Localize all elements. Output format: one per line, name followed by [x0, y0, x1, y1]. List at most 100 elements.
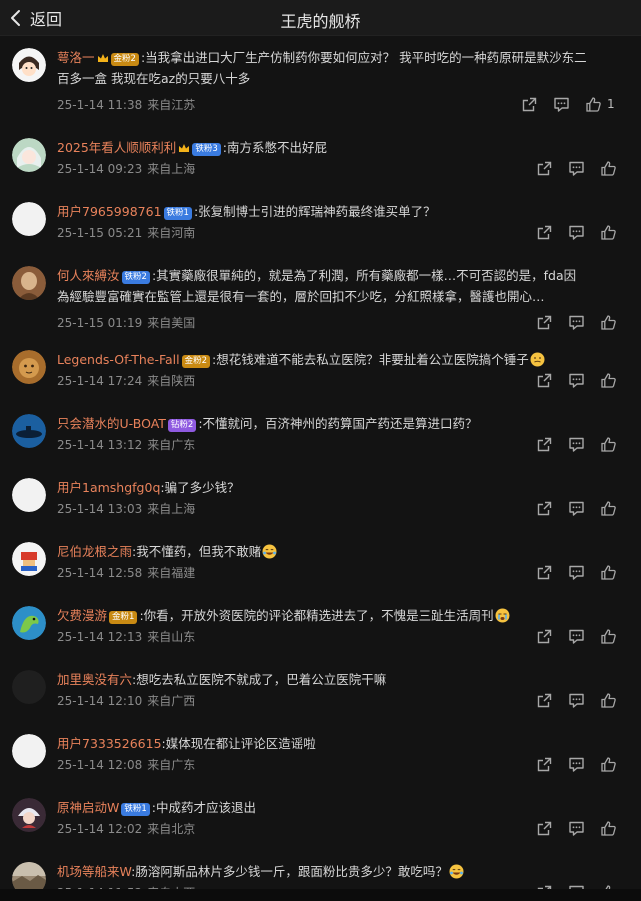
share-icon[interactable] — [536, 692, 556, 712]
share-icon[interactable] — [536, 500, 556, 520]
laugh-emoji-icon — [448, 864, 464, 879]
username-link[interactable]: 欠费漫游 — [57, 608, 107, 623]
fan-badge[interactable]: 钻粉2 — [167, 419, 197, 432]
comment-body: :你看，开放外资医院的评论都精选进去了，不愧是三趾生活周刊 — [139, 608, 494, 623]
comment-body: :想花钱难道不能去私立医院？非要扯着公立医院搞个锤子 — [212, 352, 529, 367]
comment-item: 何人來縛汝 铁粉2:其實藥廠很單純的，就是為了利潤，所有藥廠都一樣…不可否認的是，… — [0, 254, 641, 344]
share-icon[interactable] — [536, 160, 556, 180]
reply-icon[interactable] — [568, 224, 588, 244]
fan-badge[interactable]: 铁粉1 — [163, 207, 192, 220]
comment-actions — [0, 160, 641, 180]
like-icon[interactable] — [585, 96, 605, 116]
share-icon[interactable] — [536, 436, 556, 456]
fan-badge[interactable]: 铁粉2 — [121, 271, 150, 284]
like-icon[interactable] — [600, 436, 620, 456]
share-icon[interactable] — [536, 628, 556, 648]
comment-actions — [0, 628, 641, 648]
comment-body: :其實藥廠很單純的，就是為了利潤，所有藥廠都一樣…不可否認的是，fda因 — [151, 268, 577, 283]
comment-text: 2025年看人顺顺利利 铁粉3:南方系憋不出好屁 — [57, 137, 625, 158]
share-icon[interactable] — [536, 372, 556, 392]
horizontal-scrollbar[interactable] — [0, 889, 641, 901]
fan-badge[interactable]: 铁粉1 — [121, 803, 150, 816]
reply-icon[interactable] — [568, 372, 588, 392]
share-icon[interactable] — [536, 820, 556, 840]
like-icon[interactable] — [600, 628, 620, 648]
share-icon[interactable] — [536, 564, 556, 584]
username-link[interactable]: 尼伯龙根之雨 — [57, 544, 132, 559]
comment-text: 欠费漫游 金粉1:你看，开放外资医院的评论都精选进去了，不愧是三趾生活周刊 — [57, 605, 625, 626]
comment-body: :当我拿出进口大厂生产仿制药你要如何应对？ 我平时吃的一种药原研是默沙东二 — [140, 50, 587, 65]
share-icon[interactable] — [536, 224, 556, 244]
laugh-emoji-icon — [261, 544, 277, 559]
comment-text: 原神启动W 铁粉1:中成药才应该退出 — [57, 797, 625, 818]
like-icon[interactable] — [600, 500, 620, 520]
comment-body: :肠溶阿斯品林片多少钱一斤，跟面粉比贵多少？敢吃吗？ — [131, 864, 448, 879]
username-link[interactable]: 加里奥没有六 — [57, 672, 132, 687]
reply-icon[interactable] — [568, 500, 588, 520]
like-icon[interactable] — [600, 820, 620, 840]
like-icon[interactable] — [600, 160, 620, 180]
comment-text: 用户1amshgfg0q:骗了多少钱？ — [57, 477, 625, 498]
reply-icon[interactable] — [553, 96, 573, 116]
reply-icon[interactable] — [568, 756, 588, 776]
username-link[interactable]: 萼洛一 — [57, 50, 95, 65]
comment-body: :中成药才应该退出 — [151, 800, 257, 815]
username-link[interactable]: 用户7965998761 — [57, 204, 162, 219]
reply-icon[interactable] — [568, 160, 588, 180]
reply-icon[interactable] — [568, 692, 588, 712]
comment-item: 2025年看人顺顺利利 铁粉3:南方系憋不出好屁 25-1-14 09:23 来自上海 — [0, 126, 641, 190]
comment-text: 用户7965998761 铁粉1:张复制博士引进的辉瑞神药最终谁买单了？ — [57, 201, 625, 222]
avatar[interactable] — [12, 48, 46, 82]
username-link[interactable]: 机场等船来W — [57, 864, 131, 879]
comment-body: :不懂就问，百济神州的药算国产药还是算进口药？ — [198, 416, 478, 431]
crown-icon — [176, 140, 190, 155]
comment-item: Legends-Of-The-Fall 金粉2:想花钱难道不能去私立医院？非要扯着… — [0, 338, 641, 402]
comment-text: Legends-Of-The-Fall 金粉2:想花钱难道不能去私立医院？非要扯着… — [57, 349, 625, 370]
comment-item: 欠费漫游 金粉1:你看，开放外资医院的评论都精选进去了，不愧是三趾生活周刊 25-1… — [0, 594, 641, 658]
like-icon[interactable] — [600, 756, 620, 776]
avatar[interactable] — [12, 266, 46, 300]
like-icon[interactable] — [600, 692, 620, 712]
reply-icon[interactable] — [568, 436, 588, 456]
reply-icon[interactable] — [568, 564, 588, 584]
like-icon[interactable] — [600, 372, 620, 392]
username-link[interactable]: 用户1amshgfg0q — [57, 480, 160, 495]
reply-icon[interactable] — [568, 628, 588, 648]
comment-body: :骗了多少钱？ — [160, 480, 240, 495]
comment-actions — [0, 436, 641, 456]
username-link[interactable]: 何人來縛汝 — [57, 268, 120, 283]
comment-text: 何人來縛汝 铁粉2:其實藥廠很單純的，就是為了利潤，所有藥廠都一樣…不可否認的是，… — [57, 265, 625, 307]
share-icon[interactable] — [536, 756, 556, 776]
comment-actions — [0, 500, 641, 520]
like-icon[interactable] — [600, 564, 620, 584]
username-link[interactable]: Legends-Of-The-Fall — [57, 352, 180, 367]
like-icon[interactable] — [600, 314, 620, 334]
comment-item: 用户7333526615:媒体现在都让评论区造谣啦 25-1-14 12:08 来自… — [0, 722, 641, 786]
comment-actions — [0, 314, 641, 334]
reply-icon[interactable] — [568, 820, 588, 840]
crown-icon — [95, 50, 109, 65]
share-icon[interactable] — [521, 96, 541, 116]
fan-badge[interactable]: 金粉2 — [181, 355, 211, 368]
comment-actions — [0, 820, 641, 840]
comment-body: :想吃去私立医院不就成了，巴着公立医院干嘛 — [132, 672, 387, 687]
share-icon[interactable] — [536, 314, 556, 334]
reply-icon[interactable] — [568, 314, 588, 334]
comment-item: 尼伯龙根之雨:我不懂药，但我不敢赌 25-1-14 12:58 来自福建 — [0, 530, 641, 594]
username-link[interactable]: 原神启动W — [57, 800, 119, 815]
username-link[interactable]: 用户7333526615 — [57, 736, 162, 751]
comment-actions — [0, 564, 641, 584]
comment-body: :张复制博士引进的辉瑞神药最终谁买单了？ — [193, 204, 436, 219]
cry-emoji-icon — [494, 608, 510, 623]
like-icon[interactable] — [600, 224, 620, 244]
face-emoji-icon — [529, 352, 545, 367]
fan-badge[interactable]: 铁粉3 — [192, 143, 221, 156]
comment-actions — [0, 224, 641, 244]
comment-text: 尼伯龙根之雨:我不懂药，但我不敢赌 — [57, 541, 625, 562]
username-link[interactable]: 只会潜水的U-BOAT — [57, 416, 166, 431]
fan-badge[interactable]: 金粉2 — [110, 53, 139, 66]
comment-item: 加里奥没有六:想吃去私立医院不就成了，巴着公立医院干嘛 25-1-14 12:10… — [0, 658, 641, 722]
comment-item: 用户1amshgfg0q:骗了多少钱？ 25-1-14 13:03 来自上海 — [0, 466, 641, 530]
username-link[interactable]: 2025年看人顺顺利利 — [57, 140, 176, 155]
fan-badge[interactable]: 金粉1 — [109, 611, 138, 624]
